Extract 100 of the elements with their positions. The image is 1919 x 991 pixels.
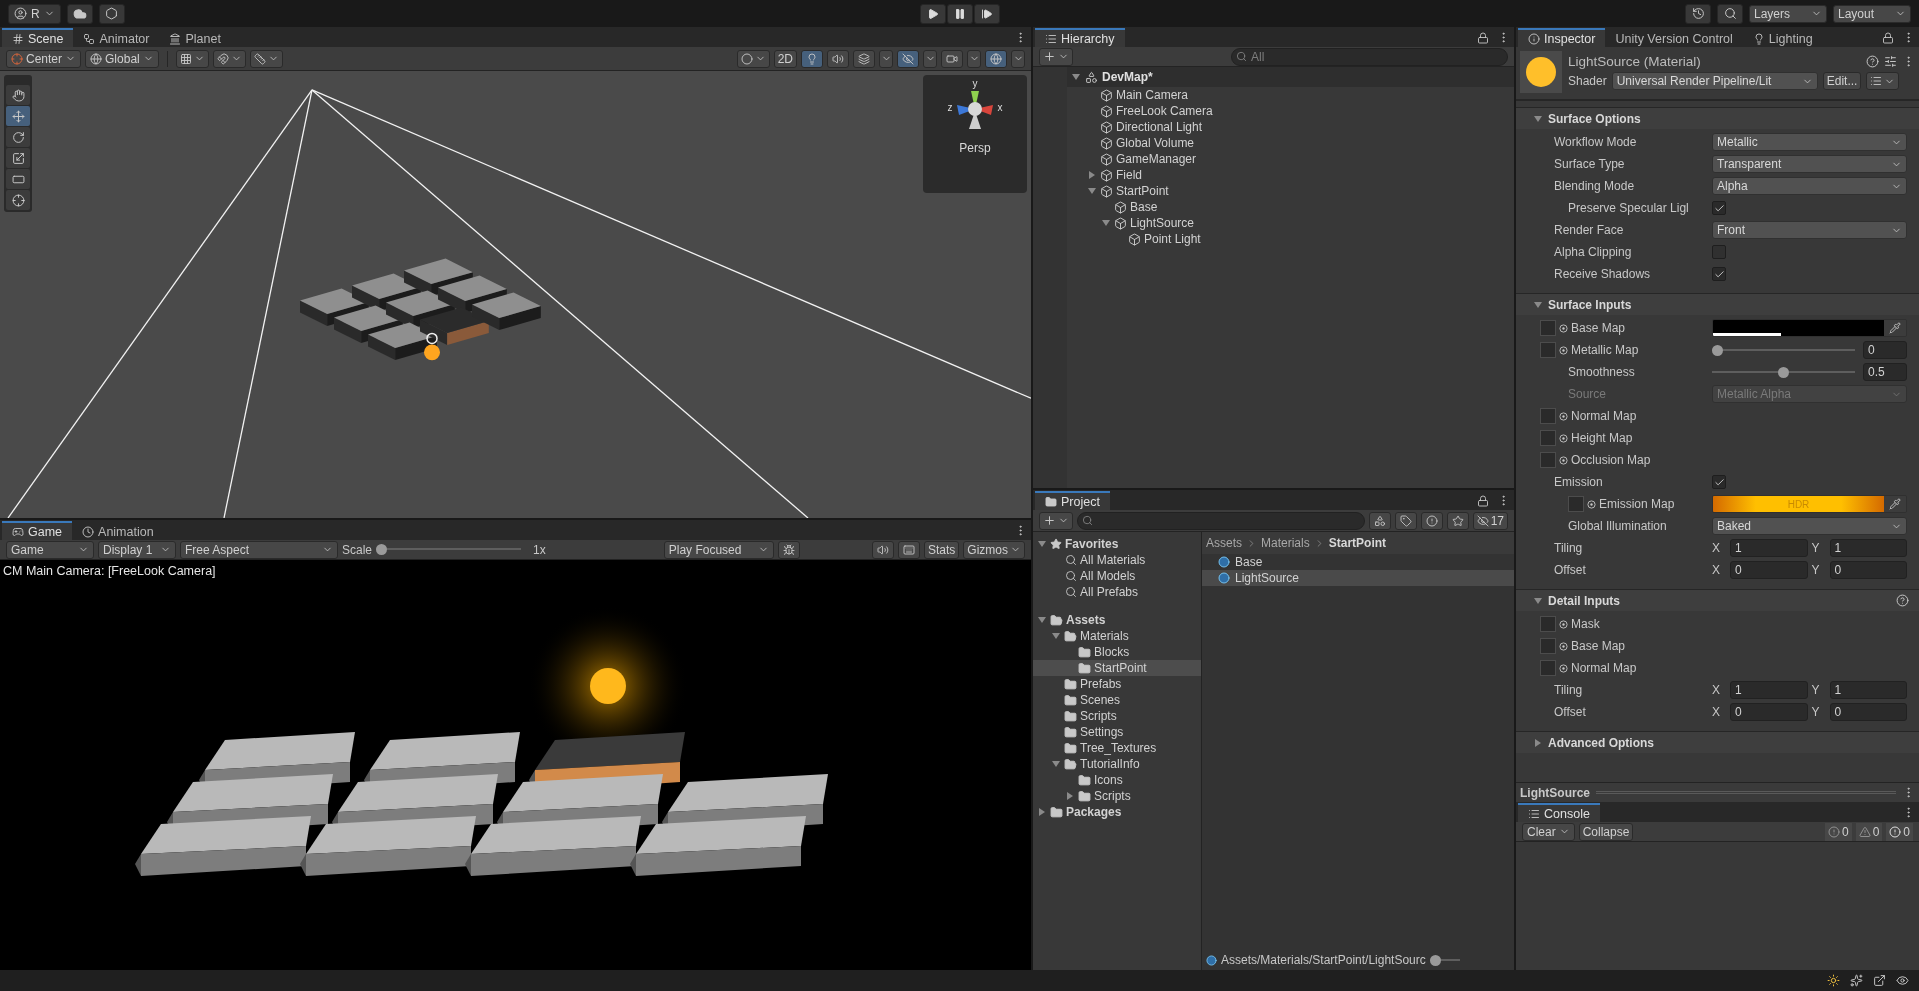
hierarchy-item[interactable]: FreeLook Camera — [1067, 103, 1514, 119]
step-button[interactable] — [973, 3, 1000, 24]
number-field[interactable]: 1 — [1730, 681, 1808, 699]
number-field[interactable]: 0.5 — [1863, 363, 1907, 381]
checkbox[interactable] — [1712, 267, 1726, 281]
slider-thumb[interactable] — [1778, 366, 1789, 378]
edit-button[interactable]: Edit... — [1822, 72, 1862, 90]
folder-item[interactable]: Materials — [1033, 628, 1201, 644]
favorites-item[interactable]: Favorites — [1033, 536, 1201, 552]
warning-filter-button[interactable] — [1420, 511, 1443, 530]
services-button[interactable] — [98, 3, 125, 24]
target-icon[interactable] — [1559, 411, 1568, 421]
panel-tab[interactable]: Animator — [73, 28, 160, 47]
audio-toggle[interactable] — [827, 49, 849, 68]
dropdown-field[interactable]: Transparent — [1712, 155, 1907, 173]
warning-count[interactable]: 0 — [1855, 822, 1883, 841]
hidden-packages-button[interactable]: 17 — [1472, 511, 1508, 530]
folder-item[interactable]: Prefabs — [1033, 676, 1201, 692]
play-mode-dropdown[interactable]: Play Focused — [663, 540, 774, 559]
saved-search-item[interactable]: All Materials — [1033, 552, 1201, 568]
add-button[interactable] — [1039, 511, 1073, 530]
panel-tab[interactable]: Planet — [159, 28, 231, 47]
camera-toggle[interactable] — [941, 49, 963, 68]
hierarchy-item[interactable]: Field — [1067, 167, 1514, 183]
expanded-arrow-icon[interactable] — [1052, 760, 1060, 768]
options-dropdown-button[interactable] — [967, 49, 981, 68]
search-field[interactable] — [1077, 511, 1365, 530]
panel-tab[interactable]: Game — [2, 521, 73, 540]
tool-button[interactable] — [6, 85, 30, 105]
asset-item[interactable]: LightSource — [1202, 570, 1514, 586]
panel-tab[interactable]: Animation — [72, 521, 164, 540]
expanded-arrow-icon[interactable] — [1038, 540, 1046, 548]
gizmos-toggle[interactable] — [985, 49, 1007, 68]
list-menu-button[interactable] — [1866, 72, 1900, 90]
folder-item[interactable]: StartPoint — [1033, 660, 1201, 676]
collapsed-arrow-icon[interactable] — [1088, 171, 1096, 179]
search-field[interactable]: All — [1231, 47, 1508, 66]
scene-row[interactable]: DevMap* — [1067, 67, 1514, 87]
breadcrumb-link[interactable]: Materials — [1261, 536, 1310, 550]
lock-icon[interactable] — [1882, 31, 1894, 44]
lighting-toggle[interactable] — [801, 49, 823, 68]
expanded-arrow-icon[interactable] — [1102, 219, 1110, 227]
lock-icon[interactable] — [1477, 31, 1489, 44]
collapsed-arrow-icon[interactable] — [1038, 808, 1046, 816]
folder-item[interactable]: Scenes — [1033, 692, 1201, 708]
dropdown-field[interactable]: Alpha — [1712, 177, 1907, 195]
slider-thumb[interactable] — [1429, 954, 1441, 966]
increment-snap-button[interactable] — [212, 49, 246, 68]
options-dropdown-button[interactable] — [879, 49, 893, 68]
axis-gizmo-drawing[interactable]: y z x — [945, 79, 1005, 139]
section-header[interactable]: Detail Inputs — [1516, 589, 1919, 611]
tool-button[interactable] — [6, 148, 30, 168]
folder-item[interactable]: Blocks — [1033, 644, 1201, 660]
number-field[interactable]: 0 — [1829, 561, 1907, 579]
panel-tab[interactable]: Unity Version Control — [1605, 28, 1743, 47]
play-button[interactable] — [919, 3, 946, 24]
aspect-dropdown[interactable]: Free Aspect — [180, 540, 338, 559]
hierarchy-item[interactable]: Point Light — [1067, 231, 1514, 247]
expanded-arrow-icon[interactable] — [1534, 114, 1542, 123]
section-header[interactable]: Advanced Options — [1516, 731, 1919, 753]
collapsed-arrow-icon[interactable] — [1534, 738, 1542, 747]
search-button[interactable] — [1717, 3, 1743, 24]
presets-icon[interactable] — [1884, 54, 1897, 68]
target-icon[interactable] — [1559, 323, 1568, 333]
folder-item[interactable]: TutorialInfo — [1033, 756, 1201, 772]
tool-button[interactable] — [6, 169, 30, 189]
number-field[interactable]: 1 — [1730, 539, 1808, 557]
hierarchy-item[interactable]: Main Camera — [1067, 87, 1514, 103]
checkbox[interactable] — [1712, 475, 1726, 489]
expanded-arrow-icon[interactable] — [1052, 632, 1060, 640]
eyedropper-button[interactable] — [1884, 496, 1906, 512]
slider-thumb[interactable] — [376, 544, 388, 555]
tool-button[interactable] — [6, 190, 30, 210]
breadcrumb-link[interactable]: Assets — [1206, 536, 1242, 550]
grid-snap-button[interactable] — [175, 49, 209, 68]
gizmos-dropdown[interactable]: Gizmos — [963, 540, 1025, 559]
expanded-arrow-icon[interactable] — [1534, 300, 1542, 309]
target-icon[interactable] — [1559, 619, 1568, 629]
folder-item[interactable]: Tree_Textures — [1033, 740, 1201, 756]
color-field[interactable] — [1712, 319, 1907, 337]
panel-tab[interactable]: Lighting — [1742, 28, 1823, 47]
panel-tab[interactable]: Inspector — [1518, 28, 1606, 47]
hierarchy-item[interactable]: Base — [1067, 199, 1514, 215]
help-icon[interactable] — [1896, 594, 1909, 607]
keyboard-button[interactable] — [897, 540, 920, 559]
ruler-button[interactable] — [249, 49, 283, 68]
shading-mode-button[interactable] — [736, 49, 770, 68]
folder-item[interactable]: Packages — [1033, 804, 1201, 820]
target-icon[interactable] — [1559, 345, 1568, 355]
number-field[interactable]: 0 — [1730, 561, 1808, 579]
visibility-toggle[interactable] — [897, 49, 919, 68]
bug-button[interactable] — [777, 540, 800, 559]
sun-icon[interactable] — [1827, 974, 1840, 987]
panel-tab[interactable]: Console — [1518, 803, 1600, 822]
target-icon[interactable] — [1559, 663, 1568, 673]
section-header[interactable]: Surface Inputs — [1516, 293, 1919, 315]
dropdown-field[interactable]: Metallic — [1712, 133, 1907, 151]
panel-tab[interactable]: Scene — [2, 28, 74, 47]
number-field[interactable]: 0 — [1829, 703, 1907, 721]
hierarchy-item[interactable]: LightSource — [1067, 215, 1514, 231]
